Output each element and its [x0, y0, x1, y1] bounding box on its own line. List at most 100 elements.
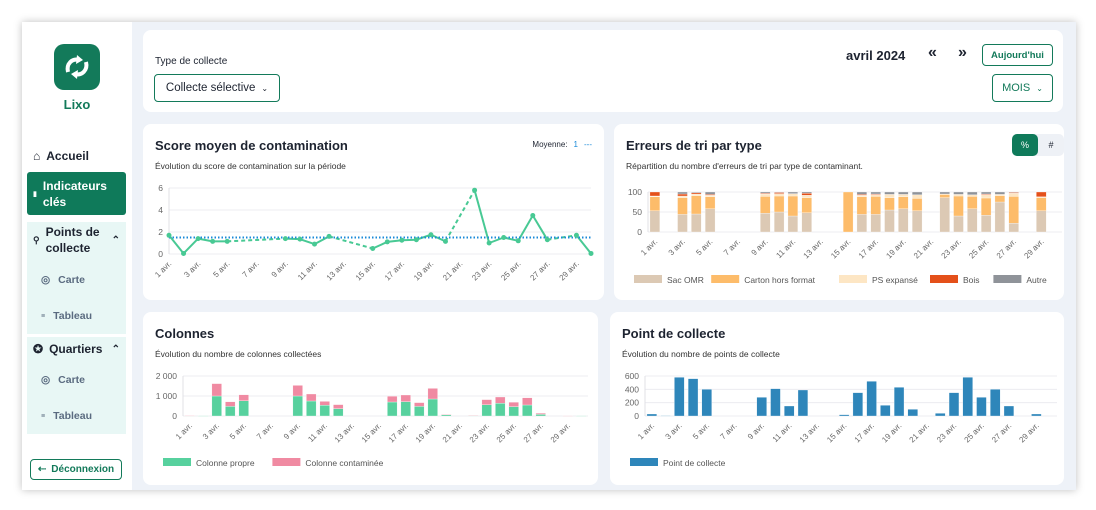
sidebar-item-label: Carte	[58, 374, 86, 386]
sidebar-item-districts-map[interactable]: ◎ Carte	[41, 374, 85, 386]
sidebar-item-indicators[interactable]: ▮ Indicateurs clés	[27, 172, 126, 215]
bar-segment	[962, 377, 973, 417]
line-segment	[531, 214, 549, 241]
bar-segment	[649, 210, 661, 233]
x-tick-label: 25 avr.	[967, 237, 990, 260]
bar-segment	[856, 195, 868, 197]
next-period-button[interactable]: »	[958, 44, 967, 62]
x-tick-label: 29 avr.	[549, 421, 572, 444]
y-tick-label: 200	[625, 398, 639, 408]
bar-segment	[935, 413, 946, 417]
columns-card: Colonnes Évolution du nombre de colonnes…	[143, 312, 598, 485]
collect-type-select[interactable]: Collecte sélective ⌄	[154, 74, 280, 102]
legend-label: Bois	[963, 275, 980, 285]
chevron-down-icon: ⌄	[1036, 83, 1043, 93]
bar-segment	[773, 211, 785, 233]
bar-segment	[677, 214, 688, 233]
x-tick-label: 17 avr.	[857, 237, 880, 260]
bar-segment	[691, 193, 702, 196]
bar-segment	[704, 196, 716, 209]
bar-segment	[994, 191, 1006, 195]
x-tick-label: 21 avr.	[441, 421, 464, 444]
bar-segment	[760, 193, 771, 197]
legend-swatch	[993, 275, 1022, 283]
sidebar-item-points-map[interactable]: ◎ Carte	[41, 274, 85, 286]
bar-segment	[801, 195, 812, 198]
bar-segment	[787, 195, 799, 217]
score-card: Score moyen de contamination Évolution d…	[143, 124, 604, 300]
data-point	[442, 238, 448, 244]
bar-segment	[576, 415, 587, 417]
app-window: Lixo ⌂ Accueil ▮ Indicateurs clés ⚲ Points …	[22, 22, 1076, 490]
view-mode-select[interactable]: MOIS ⌄	[992, 74, 1053, 102]
bar-segment	[660, 415, 671, 417]
bar-segment	[414, 402, 425, 407]
bar-segment	[801, 191, 812, 194]
x-tick-label: 7 avr.	[718, 421, 738, 441]
data-point	[166, 232, 172, 238]
today-button[interactable]: Aujourd'hui	[982, 44, 1053, 66]
x-tick-label: 23 avr.	[940, 237, 963, 260]
logout-button[interactable]: ⇠ Déconnexion	[30, 459, 122, 480]
bar-segment	[773, 191, 785, 193]
sidebar-item-home[interactable]: ⌂ Accueil	[27, 147, 126, 165]
x-tick-label: 9 avr.	[750, 237, 770, 257]
y-tick-label: 4	[158, 205, 163, 215]
bar-segment	[1036, 210, 1047, 233]
x-tick-label: 13 avr.	[325, 259, 348, 282]
y-tick-label: 0	[634, 411, 639, 421]
x-tick-label: 15 avr.	[825, 421, 848, 444]
logo-recycle-icon	[54, 44, 100, 90]
prev-period-button[interactable]: «	[928, 44, 937, 62]
bar-segment	[770, 388, 781, 417]
x-tick-label: 21 avr.	[441, 259, 464, 282]
bar-segment	[481, 404, 492, 417]
bar-segment	[898, 208, 909, 233]
y-tick-label: 0	[637, 227, 642, 237]
x-tick-label: 13 avr.	[798, 421, 821, 444]
sidebar-item-points-table[interactable]: ≡ Tableau	[41, 310, 92, 322]
x-tick-label: 13 avr.	[802, 237, 825, 260]
bar-segment	[898, 194, 909, 197]
bar-segment	[898, 191, 909, 195]
logout-label: Déconnexion	[51, 464, 115, 475]
bar-segment	[649, 196, 661, 211]
sidebar-item-districts[interactable]: ✪ Quartiers ⌃	[27, 341, 126, 357]
sidebar-item-points[interactable]: ⚲ Points de collecte ⌃	[27, 224, 126, 256]
bar-segment	[387, 396, 398, 403]
bar-segment	[427, 398, 438, 417]
x-tick-label: 21 avr.	[912, 237, 935, 260]
x-tick-label: 23 avr.	[470, 259, 493, 282]
bar-segment	[292, 395, 303, 417]
x-tick-label: 7 avr.	[722, 237, 742, 257]
x-tick-label: 5 avr.	[211, 259, 231, 279]
bar-segment	[980, 197, 992, 216]
bar-segment	[907, 409, 918, 417]
x-tick-label: 29 avr.	[1022, 237, 1045, 260]
home-icon: ⌂	[33, 149, 41, 163]
filter-header: Type de collecte Collecte sélective ⌄ avr…	[143, 30, 1063, 112]
bar-segment	[687, 378, 699, 417]
bar-segment	[649, 191, 661, 197]
bar-segment	[319, 401, 330, 406]
gap-segment	[227, 237, 286, 243]
legend-swatch	[930, 275, 958, 283]
bar-segment	[441, 414, 452, 415]
sidebar-item-districts-table[interactable]: ≡ Tableau	[41, 410, 92, 422]
bar-segment	[953, 194, 964, 197]
bar-segment	[1031, 413, 1042, 417]
pin-icon: ⚲	[33, 234, 40, 245]
legend-label: PS expansé	[872, 275, 918, 285]
data-point	[530, 213, 536, 218]
legend-swatch	[163, 458, 191, 466]
bar-segment	[1036, 191, 1047, 197]
bar-segment	[333, 404, 344, 409]
location-icon: ◎	[41, 374, 51, 386]
bar-segment	[306, 393, 317, 402]
legend-label: Colonne propre	[196, 458, 255, 468]
select-value: Collecte sélective	[165, 82, 256, 94]
bar-segment	[468, 415, 479, 416]
x-tick-label: 19 avr.	[414, 421, 437, 444]
bar-segment	[508, 402, 519, 407]
errors-card: Erreurs de tri par type Répartition du n…	[614, 124, 1064, 300]
